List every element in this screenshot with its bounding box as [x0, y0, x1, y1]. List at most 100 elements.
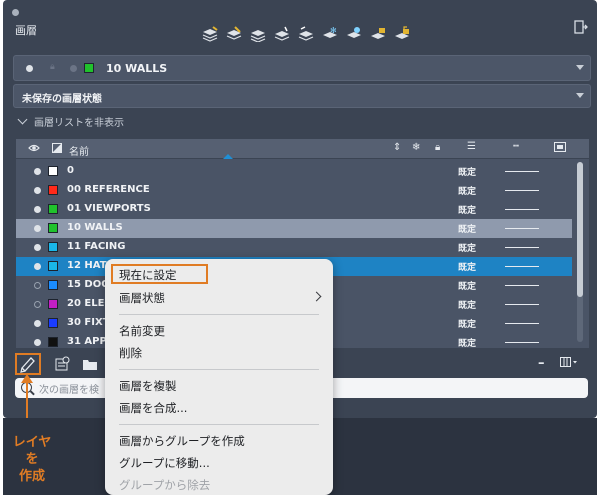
menu-item-create-group[interactable]: 画層からグループを作成 — [119, 433, 245, 449]
lineweight-column-icon[interactable]: ┅ — [513, 141, 519, 152]
layer-state-value: 未保存の画層状態 — [22, 94, 102, 105]
menu-item-set-current[interactable]: 現在に設定 — [119, 267, 177, 283]
new-layer-frozen-icon[interactable] — [53, 355, 71, 373]
freeze-column-icon[interactable]: ❄ — [412, 142, 420, 153]
layer-freeze-icon[interactable]: ✻ — [319, 23, 341, 45]
linetype-column-icon[interactable]: ☰ — [467, 141, 476, 152]
layer-lineweight[interactable] — [505, 304, 539, 305]
menu-item-merge[interactable]: 画層を合成... — [119, 400, 187, 416]
name-column-header[interactable]: 名前 — [69, 143, 89, 158]
layer-states-icon[interactable] — [199, 23, 221, 45]
layer-color-swatch[interactable] — [48, 166, 58, 176]
layer-color-swatch[interactable] — [48, 261, 58, 271]
layer-row[interactable]: 0 既定 — [16, 162, 572, 181]
layer-visibility-icon[interactable] — [34, 206, 41, 213]
menu-item-move-to-group[interactable]: グループに移動... — [119, 455, 210, 471]
layer-visibility-icon[interactable] — [34, 168, 41, 175]
menu-item-remove-from-group: グループから除去 — [119, 478, 211, 492]
chevron-down-icon — [17, 114, 28, 125]
menu-item-duplicate[interactable]: 画層を複製 — [119, 378, 177, 394]
layer-lineweight[interactable] — [505, 323, 539, 324]
layer-lineweight[interactable] — [505, 228, 539, 229]
layer-unlock-icon[interactable] — [391, 23, 413, 45]
layer-color-swatch[interactable] — [48, 204, 58, 214]
menu-item-rename[interactable]: 名前変更 — [119, 323, 165, 339]
layer-linetype[interactable]: 既定 — [458, 317, 476, 330]
layer-color-swatch[interactable] — [48, 337, 58, 347]
layer-row[interactable]: 00 REFERENCE 既定 — [16, 181, 572, 200]
layer-color-swatch[interactable] — [48, 318, 58, 328]
layer-off-icon[interactable] — [343, 23, 365, 45]
layer-list-scrollbar[interactable] — [577, 162, 583, 342]
visibility-icon[interactable] — [28, 142, 40, 157]
svg-text:✻: ✻ — [330, 26, 337, 35]
new-layer-button[interactable] — [15, 353, 41, 375]
resize-marker — [223, 154, 233, 159]
layer-name: 11 FACING — [67, 241, 126, 252]
callout-line-1: レイヤを — [12, 435, 52, 467]
menu-item-delete[interactable]: 削除 — [119, 345, 142, 361]
layer-row[interactable]: 10 WALLS 既定 — [16, 219, 572, 238]
layer-color-swatch[interactable] — [48, 242, 58, 252]
color-column-icon[interactable] — [52, 143, 62, 156]
layer-visibility-icon[interactable] — [34, 339, 41, 346]
layer-previous-icon[interactable] — [295, 23, 317, 45]
layer-linetype[interactable]: 既定 — [458, 279, 476, 292]
layer-name: 30 FIXT — [67, 317, 110, 328]
layer-visibility-icon[interactable] — [34, 301, 41, 308]
layer-linetype[interactable]: 既定 — [458, 165, 476, 178]
delete-layer-button[interactable]: – — [538, 356, 545, 371]
freeze-icon — [70, 65, 77, 72]
layer-color-swatch[interactable] — [48, 223, 58, 233]
layer-name: 15 DOO — [67, 279, 110, 290]
layer-visibility-icon[interactable] — [34, 282, 41, 289]
scrollbar-thumb[interactable] — [577, 162, 583, 297]
window-close-dot[interactable] — [12, 9, 19, 16]
current-layer-dropdown[interactable]: 🔒︎ 10 WALLS — [13, 55, 591, 81]
layer-unisolate-icon[interactable] — [247, 23, 269, 45]
sort-icon[interactable]: ⇕ — [393, 142, 401, 153]
layer-row[interactable]: 01 VIEWPORTS 既定 — [16, 200, 572, 219]
layer-linetype[interactable]: 既定 — [458, 184, 476, 197]
layer-linetype[interactable]: 既定 — [458, 241, 476, 254]
layer-color-swatch[interactable] — [48, 185, 58, 195]
lock-column-icon[interactable]: 🔒︎ — [435, 142, 440, 153]
layer-lineweight[interactable] — [505, 209, 539, 210]
layer-lineweight[interactable] — [505, 247, 539, 248]
menu-item-layer-states[interactable]: 画層状態 — [119, 290, 165, 306]
layer-visibility-icon[interactable] — [34, 263, 41, 270]
layer-lineweight[interactable] — [505, 171, 539, 172]
dock-icon[interactable] — [574, 20, 588, 34]
layer-lineweight[interactable] — [505, 190, 539, 191]
layer-lineweight[interactable] — [505, 285, 539, 286]
layer-visibility-icon[interactable] — [34, 225, 41, 232]
layer-name: 01 VIEWPORTS — [67, 203, 151, 214]
plot-column-icon[interactable] — [554, 142, 566, 155]
layer-lineweight[interactable] — [505, 342, 539, 343]
layer-name: 10 WALLS — [67, 222, 123, 233]
layer-linetype[interactable]: 既定 — [458, 298, 476, 311]
layer-row[interactable]: 11 FACING 既定 — [16, 238, 572, 257]
current-layer-name: 10 WALLS — [106, 62, 168, 75]
layer-visibility-icon[interactable] — [34, 320, 41, 327]
layer-isolate-icon[interactable] — [223, 23, 245, 45]
layer-match-icon[interactable] — [271, 23, 293, 45]
layer-visibility-icon[interactable] — [34, 187, 41, 194]
folder-icon[interactable] — [81, 355, 99, 373]
layer-visibility-icon[interactable] — [34, 244, 41, 251]
layer-lock-icon[interactable] — [367, 23, 389, 45]
layer-color-swatch[interactable] — [48, 299, 58, 309]
layer-linetype[interactable]: 既定 — [458, 203, 476, 216]
layer-state-dropdown[interactable]: 未保存の画層状態 — [13, 84, 591, 108]
layer-toolbar: ✻ — [199, 23, 413, 45]
layer-lineweight[interactable] — [505, 266, 539, 267]
layer-linetype[interactable]: 既定 — [458, 222, 476, 235]
columns-menu-icon[interactable] — [560, 357, 578, 370]
search-placeholder: 次の画層を検 — [39, 385, 99, 396]
layer-linetype[interactable]: 既定 — [458, 260, 476, 273]
layer-name: 0 — [67, 165, 74, 176]
layer-linetype[interactable]: 既定 — [458, 336, 476, 348]
layer-color-swatch[interactable] — [48, 280, 58, 290]
layer-list-toggle[interactable]: 画層リストを非表示 — [17, 114, 124, 129]
palette-title: 画層 — [15, 24, 37, 37]
